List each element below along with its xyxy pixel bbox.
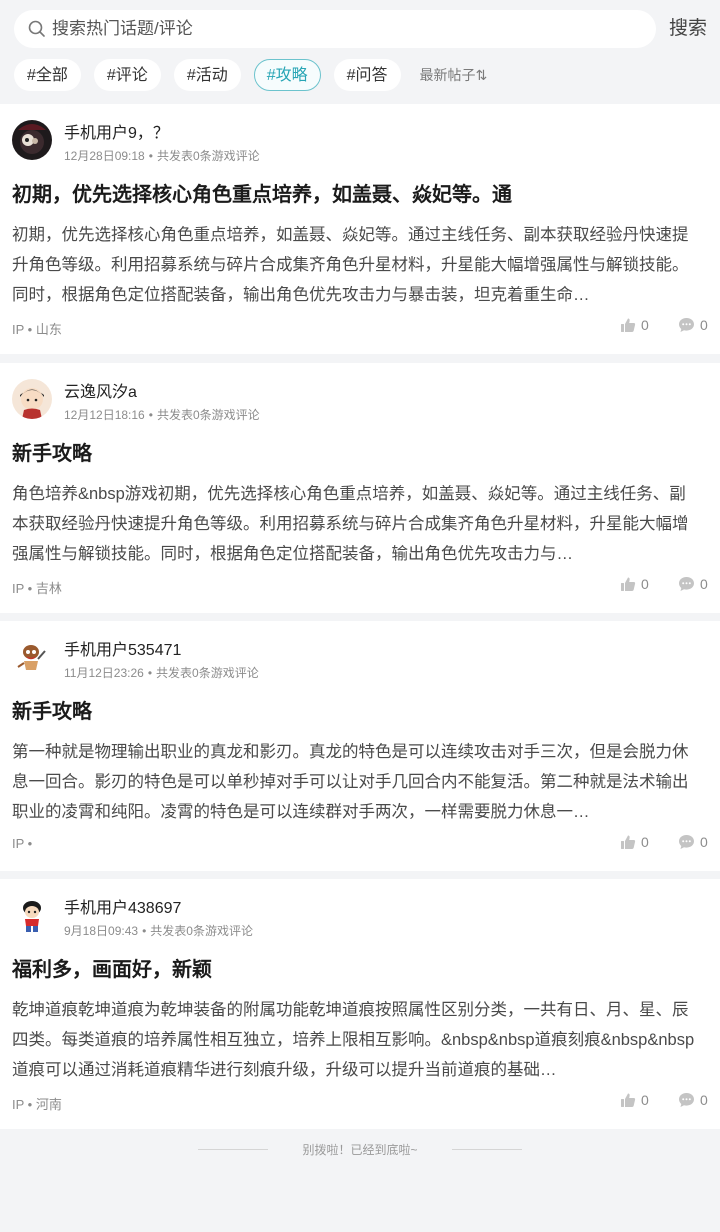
comment-bubble-icon <box>679 835 694 849</box>
search-header: 搜索 <box>0 0 720 58</box>
post-title[interactable]: 新手攻略 <box>12 437 708 466</box>
like-button[interactable]: 0 <box>620 834 649 850</box>
ip-location: IP • 河南 <box>12 1097 62 1112</box>
comment-bubble-icon <box>679 318 694 332</box>
comment-button[interactable]: 0 <box>678 317 708 333</box>
review-count: 共发表0条游戏评论 <box>156 149 260 163</box>
like-count: 0 <box>641 576 649 592</box>
post-date: 9月18日09:43 <box>64 924 139 938</box>
avatar[interactable] <box>12 120 52 160</box>
tag-comment[interactable]: #评论 <box>93 59 161 91</box>
search-input[interactable] <box>52 19 632 39</box>
search-box[interactable] <box>14 10 656 48</box>
post-card[interactable]: 手机用户438697 9月18日09:43 • 共发表0条游戏评论 福利多，画面好，… <box>0 879 720 1129</box>
thumbs-up-icon <box>621 318 636 332</box>
post-date: 12月28日09:18 <box>64 149 145 163</box>
comment-button[interactable]: 0 <box>678 576 708 592</box>
thumbs-up-icon <box>621 1093 636 1107</box>
search-icon <box>28 20 45 37</box>
comment-count: 0 <box>700 1092 708 1108</box>
post-body[interactable]: 初期，优先选择核心角色重点培养，如盖聂、焱妃等。通过主线任务、副本获取经验丹快速… <box>12 220 702 310</box>
post-card[interactable]: 手机用户535471 11月12日23:26 • 共发表0条游戏评论 新手攻略 第一… <box>0 621 720 871</box>
post-card[interactable]: 手机用户9，？ 12月28日09:18 • 共发表0条游戏评论 初期，优先选择核心角… <box>0 104 720 354</box>
ip-location: IP • 吉林 <box>12 581 62 596</box>
tag-qa[interactable]: #问答 <box>333 59 401 91</box>
tag-all[interactable]: #全部 <box>14 59 81 91</box>
post-date: 12月12日18:16 <box>64 408 145 422</box>
post-title[interactable]: 初期，优先选择核心角色重点培养，如盖聂、焱妃等。通 <box>12 178 708 207</box>
post-meta: 12月28日09:18 • 共发表0条游戏评论 <box>64 149 260 163</box>
comment-count: 0 <box>700 834 708 850</box>
post-title[interactable]: 福利多，画面好，新颖 <box>12 953 708 982</box>
comment-bubble-icon <box>679 1093 694 1107</box>
username[interactable]: 手机用户9，？ <box>64 119 169 143</box>
comment-button[interactable]: 0 <box>678 834 708 850</box>
divider <box>451 1148 522 1150</box>
like-count: 0 <box>641 317 649 333</box>
post-meta: 12月12日18:16 • 共发表0条游戏评论 <box>64 408 260 422</box>
end-of-list-footer: 别拨啦！已经到底啦~ <box>0 1129 720 1169</box>
divider <box>198 1148 269 1150</box>
comment-bubble-icon <box>679 577 694 591</box>
like-count: 0 <box>641 1092 649 1108</box>
tag-event[interactable]: #活动 <box>173 59 241 91</box>
post-body[interactable]: 角色培养&nbsp游戏初期，优先选择核心角色重点培养，如盖聂、焱妃等。通过主线任… <box>12 479 702 569</box>
like-button[interactable]: 0 <box>620 1092 649 1108</box>
end-of-list-text: 别拨啦！已经到底啦~ <box>302 1142 418 1157</box>
ip-location: IP • 山东 <box>12 322 62 337</box>
page: 搜索 #全部 #评论 #活动 #攻略 #问答 最新帖子⇅ 手机用户9，？ 12月… <box>0 0 720 1232</box>
tag-filter-bar: #全部 #评论 #活动 #攻略 #问答 最新帖子⇅ <box>14 58 487 92</box>
thumbs-up-icon <box>621 577 636 591</box>
post-meta: 9月18日09:43 • 共发表0条游戏评论 <box>64 924 253 938</box>
thumbs-up-icon <box>621 835 636 849</box>
post-body[interactable]: 乾坤道痕乾坤道痕为乾坤装备的附属功能乾坤道痕按照属性区别分类，一共有日、月、星、… <box>12 995 702 1085</box>
review-count: 共发表0条游戏评论 <box>150 924 253 938</box>
username[interactable]: 手机用户438697 <box>64 894 181 918</box>
like-button[interactable]: 0 <box>620 576 649 592</box>
avatar[interactable] <box>12 895 52 935</box>
sort-latest-posts-toggle[interactable]: 最新帖子⇅ <box>420 65 488 85</box>
post-meta: 11月12日23:26 • 共发表0条游戏评论 <box>64 666 259 680</box>
username[interactable]: 云逸风汐a <box>64 378 137 402</box>
search-button[interactable]: 搜索 <box>666 14 710 44</box>
post-title[interactable]: 新手攻略 <box>12 695 708 724</box>
comment-count: 0 <box>700 317 708 333</box>
post-card[interactable]: 云逸风汐a 12月12日18:16 • 共发表0条游戏评论 新手攻略 角色培养&nb… <box>0 363 720 613</box>
like-button[interactable]: 0 <box>620 317 649 333</box>
comment-count: 0 <box>700 576 708 592</box>
ip-location: IP • <box>12 836 33 851</box>
like-count: 0 <box>641 834 649 850</box>
post-body[interactable]: 第一种就是物理输出职业的真龙和影刃。真龙的特色是可以连续攻击对手三次，但是会脱力… <box>12 737 702 827</box>
post-date: 11月12日23:26 <box>64 666 144 680</box>
tag-guide[interactable]: #攻略 <box>253 59 321 91</box>
avatar[interactable] <box>12 379 52 419</box>
username[interactable]: 手机用户535471 <box>64 636 181 660</box>
avatar[interactable] <box>12 637 52 677</box>
comment-button[interactable]: 0 <box>678 1092 708 1108</box>
review-count: 共发表0条游戏评论 <box>156 408 260 422</box>
review-count: 共发表0条游戏评论 <box>156 666 259 680</box>
